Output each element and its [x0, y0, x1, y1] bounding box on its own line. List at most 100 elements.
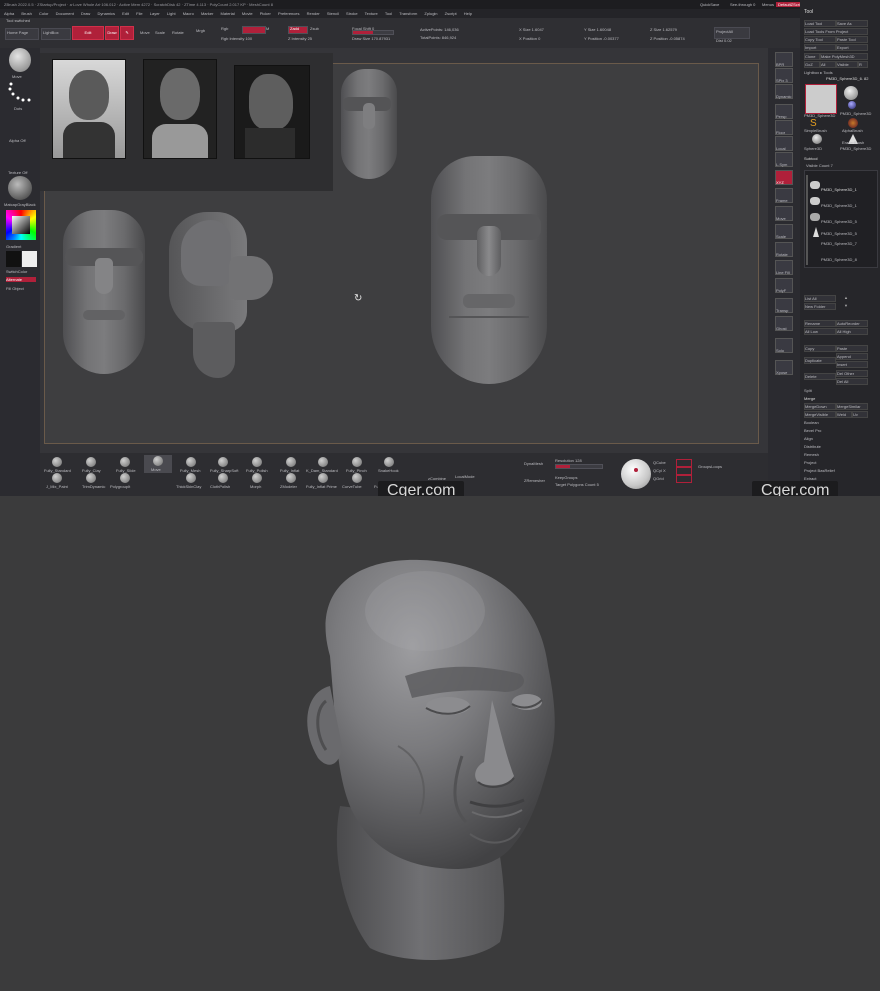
keep-groups-toggle[interactable]: KeepGroups: [555, 475, 577, 480]
lightbox-tools-button[interactable]: Lightbox ▸ Tools: [804, 70, 833, 75]
solo-button[interactable]: Solo: [775, 338, 793, 353]
draw-button[interactable]: Draw: [105, 26, 119, 40]
load-tools-from-project-button[interactable]: Load Tools From Project: [804, 28, 868, 35]
subtool-item-5[interactable]: PM3D_Sphere3D_7: [821, 241, 857, 246]
brush-icon-polygroupit[interactable]: [120, 473, 130, 483]
menu-marker[interactable]: Marker: [201, 11, 213, 16]
resolution-slider[interactable]: Resolution 128: [555, 458, 582, 463]
lsym-button[interactable]: L.Sym: [775, 152, 793, 167]
brush-thumbnail[interactable]: [9, 48, 31, 72]
dynamesh-button[interactable]: DynaMesh: [524, 461, 543, 466]
brush-icon-fully-inflat-prime[interactable]: [318, 473, 328, 483]
menu-document[interactable]: Document: [56, 11, 74, 16]
menu-file[interactable]: File: [136, 11, 142, 16]
home-page-button[interactable]: Home Page: [5, 28, 39, 40]
brush-label-thickskinclay[interactable]: ThickSkinClay: [176, 484, 201, 489]
edit-button[interactable]: Edit: [72, 26, 104, 40]
subtool-item-4[interactable]: PM3D_Sphere3D_5: [821, 231, 857, 236]
sphere3d-icon[interactable]: [812, 134, 822, 144]
rgb-intensity-slider[interactable]: Rgb Intensity 100: [221, 36, 252, 41]
menu-render[interactable]: Render: [307, 11, 320, 16]
merge-section[interactable]: Merge: [804, 396, 815, 401]
import-button[interactable]: Import: [804, 44, 836, 51]
menu-alpha[interactable]: Alpha: [4, 11, 14, 16]
rotate-button[interactable]: Rotate: [172, 30, 184, 35]
gradient-label[interactable]: Gradient: [6, 244, 21, 249]
floor-button[interactable]: Floor: [775, 120, 793, 135]
menu-material[interactable]: Material: [221, 11, 235, 16]
brush-slot-move-selected[interactable]: Move: [144, 455, 172, 473]
brush-icon-fully-pinch[interactable]: [352, 457, 362, 467]
menu-transform[interactable]: Transform: [399, 11, 417, 16]
material-thumbnail[interactable]: [8, 176, 32, 200]
brush-label-curvetube[interactable]: CurveTube: [342, 484, 362, 489]
del-other-button[interactable]: Del Other: [836, 370, 868, 377]
subtool-item-1[interactable]: PM3D_Sphere3D_1: [821, 187, 857, 192]
all-high-button[interactable]: All High: [836, 328, 868, 335]
make-polymesh3d-button[interactable]: Make PolyMesh3D: [820, 53, 868, 60]
y-position-slider[interactable]: Y Position -0.00377: [584, 36, 619, 41]
brush-icon-thickskinclay[interactable]: [186, 473, 196, 483]
menu-preferences[interactable]: Preferences: [278, 11, 300, 16]
transp-button[interactable]: Transp: [775, 298, 793, 313]
brush-icon-zmodeler[interactable]: [286, 473, 296, 483]
goz-button[interactable]: GoZ: [804, 61, 820, 68]
polyf-button[interactable]: PolyF: [775, 278, 793, 293]
fill-object-button[interactable]: Fill Object: [6, 286, 24, 291]
tool-thumb-current[interactable]: [805, 84, 837, 114]
alpha-label[interactable]: Alpha Off: [9, 138, 26, 143]
move-button[interactable]: Move: [140, 30, 150, 35]
qcyl-options[interactable]: [676, 467, 692, 475]
menu-color[interactable]: Color: [39, 11, 49, 16]
x-position-slider[interactable]: X Position 0: [519, 36, 540, 41]
menu-stencil[interactable]: Stencil: [327, 11, 339, 16]
mrgb-button[interactable]: Mrgb: [196, 28, 205, 33]
paste-subtool-button[interactable]: Paste: [836, 345, 868, 352]
m-button[interactable]: M: [266, 26, 269, 31]
brush-label-morph[interactable]: Morph: [250, 484, 261, 489]
new-folder-button[interactable]: New Folder: [804, 303, 836, 310]
brush-icon-fully-mesh[interactable]: [186, 457, 196, 467]
menu-picker[interactable]: Picker: [260, 11, 271, 16]
zadd-button[interactable]: Zadd: [290, 26, 299, 31]
copy-subtool-button[interactable]: Copy: [804, 345, 836, 352]
paste-tool-button[interactable]: Paste Tool: [836, 36, 868, 43]
arrow-down-icon[interactable]: ▼: [844, 303, 848, 308]
brush-icon-fully-clay[interactable]: [86, 457, 96, 467]
local-mode-button[interactable]: LocalMode: [455, 474, 475, 479]
uv-button[interactable]: Uv: [852, 411, 868, 418]
alphabrush-icon[interactable]: [848, 118, 858, 128]
rotate-view-button[interactable]: Rotate: [775, 242, 793, 257]
subtool-item-3[interactable]: PM3D_Sphere3D_5: [821, 219, 857, 224]
scale-button[interactable]: Scale: [155, 30, 165, 35]
switch-color-button[interactable]: SwitchColor: [6, 269, 27, 274]
dist-slider[interactable]: Dist 0.02: [716, 38, 732, 43]
menu-edit[interactable]: Edit: [122, 11, 129, 16]
persp-button[interactable]: Persp: [775, 104, 793, 119]
menu-dynamics[interactable]: Dynamics: [97, 11, 115, 16]
x-size-slider[interactable]: X Size 1.6047: [519, 27, 544, 32]
z-size-slider[interactable]: Z Size 1.62579: [650, 27, 677, 32]
copy-tool-button[interactable]: Copy Tool: [804, 36, 836, 43]
brush-icon-k-dam-standard[interactable]: [318, 457, 328, 467]
rename-button[interactable]: Rename: [804, 320, 836, 327]
brush-icon-morph[interactable]: [252, 473, 262, 483]
color-picker[interactable]: [6, 210, 36, 240]
bpr-button[interactable]: BPR: [775, 52, 793, 67]
target-polygons-slider[interactable]: Target Polygons Count 5: [555, 482, 599, 487]
brush-label-trimdynamic[interactable]: TrimDynamic: [82, 484, 105, 489]
move-view-button[interactable]: Move: [775, 206, 793, 221]
qgrid-button[interactable]: QGrid: [653, 476, 664, 481]
subtool-item-2[interactable]: PM3D_Sphere3D_1: [821, 203, 857, 208]
export-button[interactable]: Export: [836, 44, 868, 51]
subtool-scrollbar[interactable]: [806, 175, 808, 265]
qcyl-button[interactable]: QCyl X: [653, 468, 666, 473]
extra-section-4[interactable]: Remesh: [804, 452, 819, 457]
menus-toggle[interactable]: Menus: [762, 2, 774, 7]
append-button[interactable]: Append: [836, 353, 868, 360]
subtool-header[interactable]: Subtool: [804, 156, 818, 161]
brush-label-zmodeler[interactable]: ZModeler: [280, 484, 297, 489]
menu-brush[interactable]: Brush: [21, 11, 31, 16]
goz-all-button[interactable]: All: [820, 61, 836, 68]
goz-visible-button[interactable]: Visible: [836, 61, 858, 68]
